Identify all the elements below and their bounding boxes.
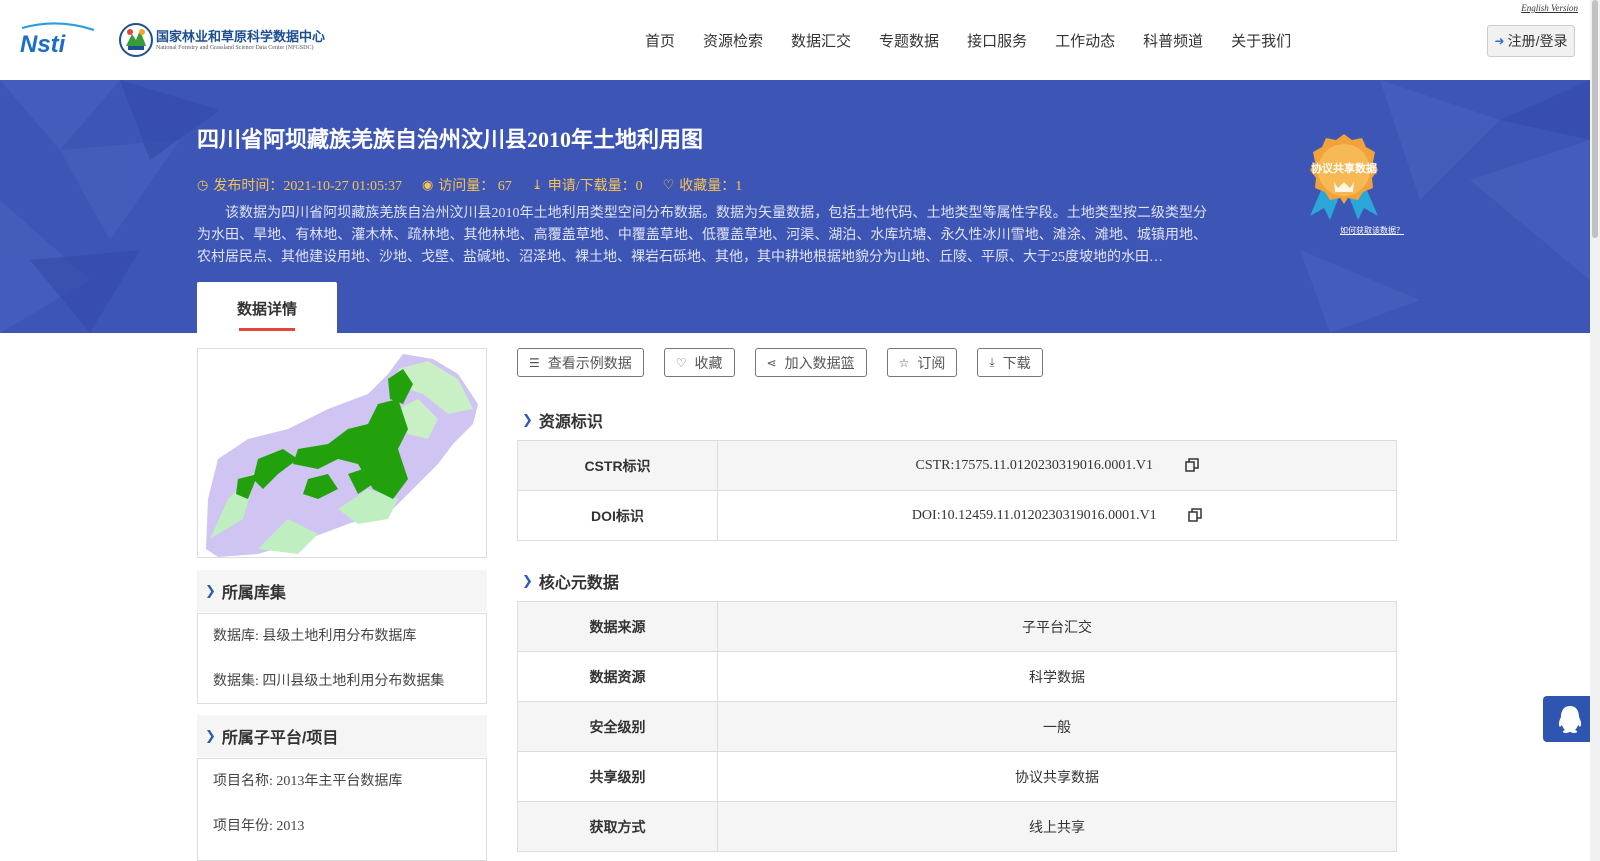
meta-key: 数据来源 (517, 601, 718, 652)
nsti-logo-text: Nsti (20, 31, 67, 56)
meta-key: 共享级别 (517, 751, 718, 802)
nav-data-submission[interactable]: 数据汇交 (791, 30, 851, 51)
heart-icon: ♡ (662, 177, 675, 192)
center-name-en: National Forestry and Grassland Science … (156, 45, 314, 51)
meta-value: 一般 (717, 701, 1397, 752)
library-section-header: ❯ 所属库集 (197, 570, 487, 612)
subscribe-button[interactable]: ☆ 订阅 (886, 348, 958, 377)
chevron-right-icon: ❯ (205, 583, 216, 598)
star-icon: ☆ (898, 355, 910, 370)
cstr-value: CSTR:17575.11.0120230319016.0001.V1 (915, 457, 1154, 473)
land-use-map-image (206, 354, 478, 557)
favorite-button[interactable]: ♡ 收藏 (663, 348, 735, 377)
chevron-right-icon: ❯ (522, 412, 533, 427)
chevron-right-icon: ❯ (205, 728, 216, 743)
share-badge-icon: 协议共享数据 (1310, 134, 1378, 220)
nsti-logo[interactable]: Nsti (18, 22, 98, 56)
main-nav: 首页 资源检索 数据汇交 专题数据 接口服务 工作动态 科普频道 关于我们 (645, 30, 1319, 51)
nav-about-us[interactable]: 关于我们 (1231, 30, 1291, 51)
scrollbar-thumb[interactable] (1592, 0, 1598, 238)
dataset-title: 四川省阿坝藏族羌族自治州汶川县2010年土地利用图 (197, 127, 704, 152)
tab-data-details[interactable]: 数据详情 (197, 282, 337, 333)
nfgdc-emblem-icon (119, 23, 153, 57)
view-sample-button[interactable]: ☰ 查看示例数据 (517, 348, 644, 377)
meta-value: 科学数据 (717, 651, 1397, 702)
dataset-link[interactable]: 数据集: 四川县级土地利用分布数据集 (198, 659, 486, 704)
doi-value: DOI:10.12459.11.0120230319016.0001.V1 (911, 507, 1157, 523)
how-to-get-data-link[interactable]: 如何获取该数据？ (1340, 225, 1404, 236)
meta-value: 协议共享数据 (717, 751, 1397, 802)
database-link[interactable]: 数据库: 县级土地利用分布数据库 (198, 614, 486, 659)
action-bar: ☰ 查看示例数据 ♡ 收藏 ⋖ 加入数据篮 ☆ 订阅 ⤓ 下载 (517, 348, 1063, 377)
heart-icon: ♡ (675, 355, 687, 370)
page-scrollbar[interactable] (1590, 0, 1600, 861)
hero-banner: 四川省阿坝藏族羌族自治州汶川县2010年土地利用图 ◷ 发布时间：2021-10… (0, 80, 1590, 333)
header: Nsti 国家林业和草原科学数据中心 National Forestry and… (0, 0, 1590, 80)
cstr-key: CSTR标识 (517, 440, 718, 491)
database-icon: ☰ (529, 355, 540, 370)
project-name: 项目名称: 2013年主平台数据库 (213, 774, 403, 789)
eye-icon: ◉ (421, 177, 434, 192)
nav-home[interactable]: 首页 (645, 30, 675, 51)
resource-id-header: ❯ 资源标识 (522, 412, 603, 431)
meta-value: 子平台汇交 (717, 601, 1397, 652)
table-row: 共享级别 协议共享数据 (517, 751, 1397, 802)
table-row: 安全级别 一般 (517, 701, 1397, 752)
share-icon: ⋖ (766, 355, 777, 370)
table-row: 数据资源 科学数据 (517, 651, 1397, 702)
download-icon: ⤓ (989, 355, 995, 369)
chevron-right-icon: ❯ (522, 573, 533, 588)
cstr-cell: CSTR:17575.11.0120230319016.0001.V1 (717, 440, 1397, 491)
meta-key: 获取方式 (517, 801, 718, 852)
copy-icon[interactable] (1188, 508, 1202, 523)
core-metadata-table: 数据来源 子平台汇交 数据资源 科学数据 安全级别 一般 共享级别 协议共享数据… (517, 601, 1397, 852)
map-thumbnail[interactable] (197, 348, 487, 558)
favorite-count: ♡ 收藏量：1 (662, 177, 743, 194)
badge-text: 协议共享数据 (1311, 161, 1377, 175)
nfgdc-logo[interactable]: 国家林业和草原科学数据中心 National Forestry and Gras… (118, 20, 338, 60)
meta-bar: ◷ 发布时间：2021-10-27 01:05:37 ◉ 访问量： 67 ⤓ 申… (197, 175, 762, 195)
table-row: DOI标识 DOI:10.12459.11.0120230319016.0001… (517, 490, 1397, 541)
table-row: 数据来源 子平台汇交 (517, 601, 1397, 652)
add-to-basket-button[interactable]: ⋖ 加入数据篮 (754, 348, 867, 377)
meta-value: 线上共享 (717, 801, 1397, 852)
download-count: ⤓ 申请/下载量：0 (531, 177, 643, 194)
qq-penguin-icon (1558, 706, 1582, 733)
download-button[interactable]: ⤓ 下载 (977, 348, 1043, 377)
platform-section-box: 项目名称: 2013年主平台数据库 项目年份: 2013 (197, 758, 487, 861)
nav-resource-search[interactable]: 资源检索 (703, 30, 763, 51)
dataset-description: 该数据为四川省阿坝藏族羌族自治州汶川县2010年土地利用类型空间分布数据。数据为… (197, 206, 1207, 265)
resource-id-table: CSTR标识 CSTR:17575.11.0120230319016.0001.… (517, 440, 1397, 541)
nav-topic-data[interactable]: 专题数据 (879, 30, 939, 51)
doi-key: DOI标识 (517, 490, 718, 541)
download-icon: ⤓ (531, 177, 543, 192)
table-row: 获取方式 线上共享 (517, 801, 1397, 852)
sign-in-icon: ➜ (1494, 34, 1505, 48)
platform-section-header: ❯ 所属子平台/项目 (197, 715, 487, 757)
library-section-box: 数据库: 县级土地利用分布数据库 数据集: 四川县级土地利用分布数据集 (197, 613, 487, 704)
clock-icon: ◷ (197, 177, 209, 192)
english-version-link[interactable]: English Version (1521, 3, 1578, 13)
doi-cell: DOI:10.12459.11.0120230319016.0001.V1 (717, 490, 1397, 541)
copy-icon[interactable] (1184, 458, 1199, 473)
core-metadata-header: ❯ 核心元数据 (522, 573, 619, 592)
login-button[interactable]: ➜ 注册/登录 (1487, 25, 1575, 57)
nav-work-news[interactable]: 工作动态 (1055, 30, 1115, 51)
page: Nsti 国家林业和草原科学数据中心 National Forestry and… (0, 0, 1600, 861)
qq-contact-button[interactable] (1543, 696, 1597, 742)
meta-key: 安全级别 (517, 701, 718, 752)
table-row: CSTR标识 CSTR:17575.11.0120230319016.0001.… (517, 440, 1397, 491)
publish-time: ◷ 发布时间：2021-10-27 01:05:37 (197, 177, 402, 194)
meta-key: 数据资源 (517, 651, 718, 702)
visit-count: ◉ 访问量： 67 (421, 177, 512, 194)
login-label: 注册/登录 (1507, 33, 1568, 49)
nav-science-channel[interactable]: 科普频道 (1143, 30, 1203, 51)
center-name-cn: 国家林业和草原科学数据中心 (156, 29, 326, 44)
nav-api-service[interactable]: 接口服务 (967, 30, 1027, 51)
project-year: 项目年份: 2013 (213, 819, 305, 834)
